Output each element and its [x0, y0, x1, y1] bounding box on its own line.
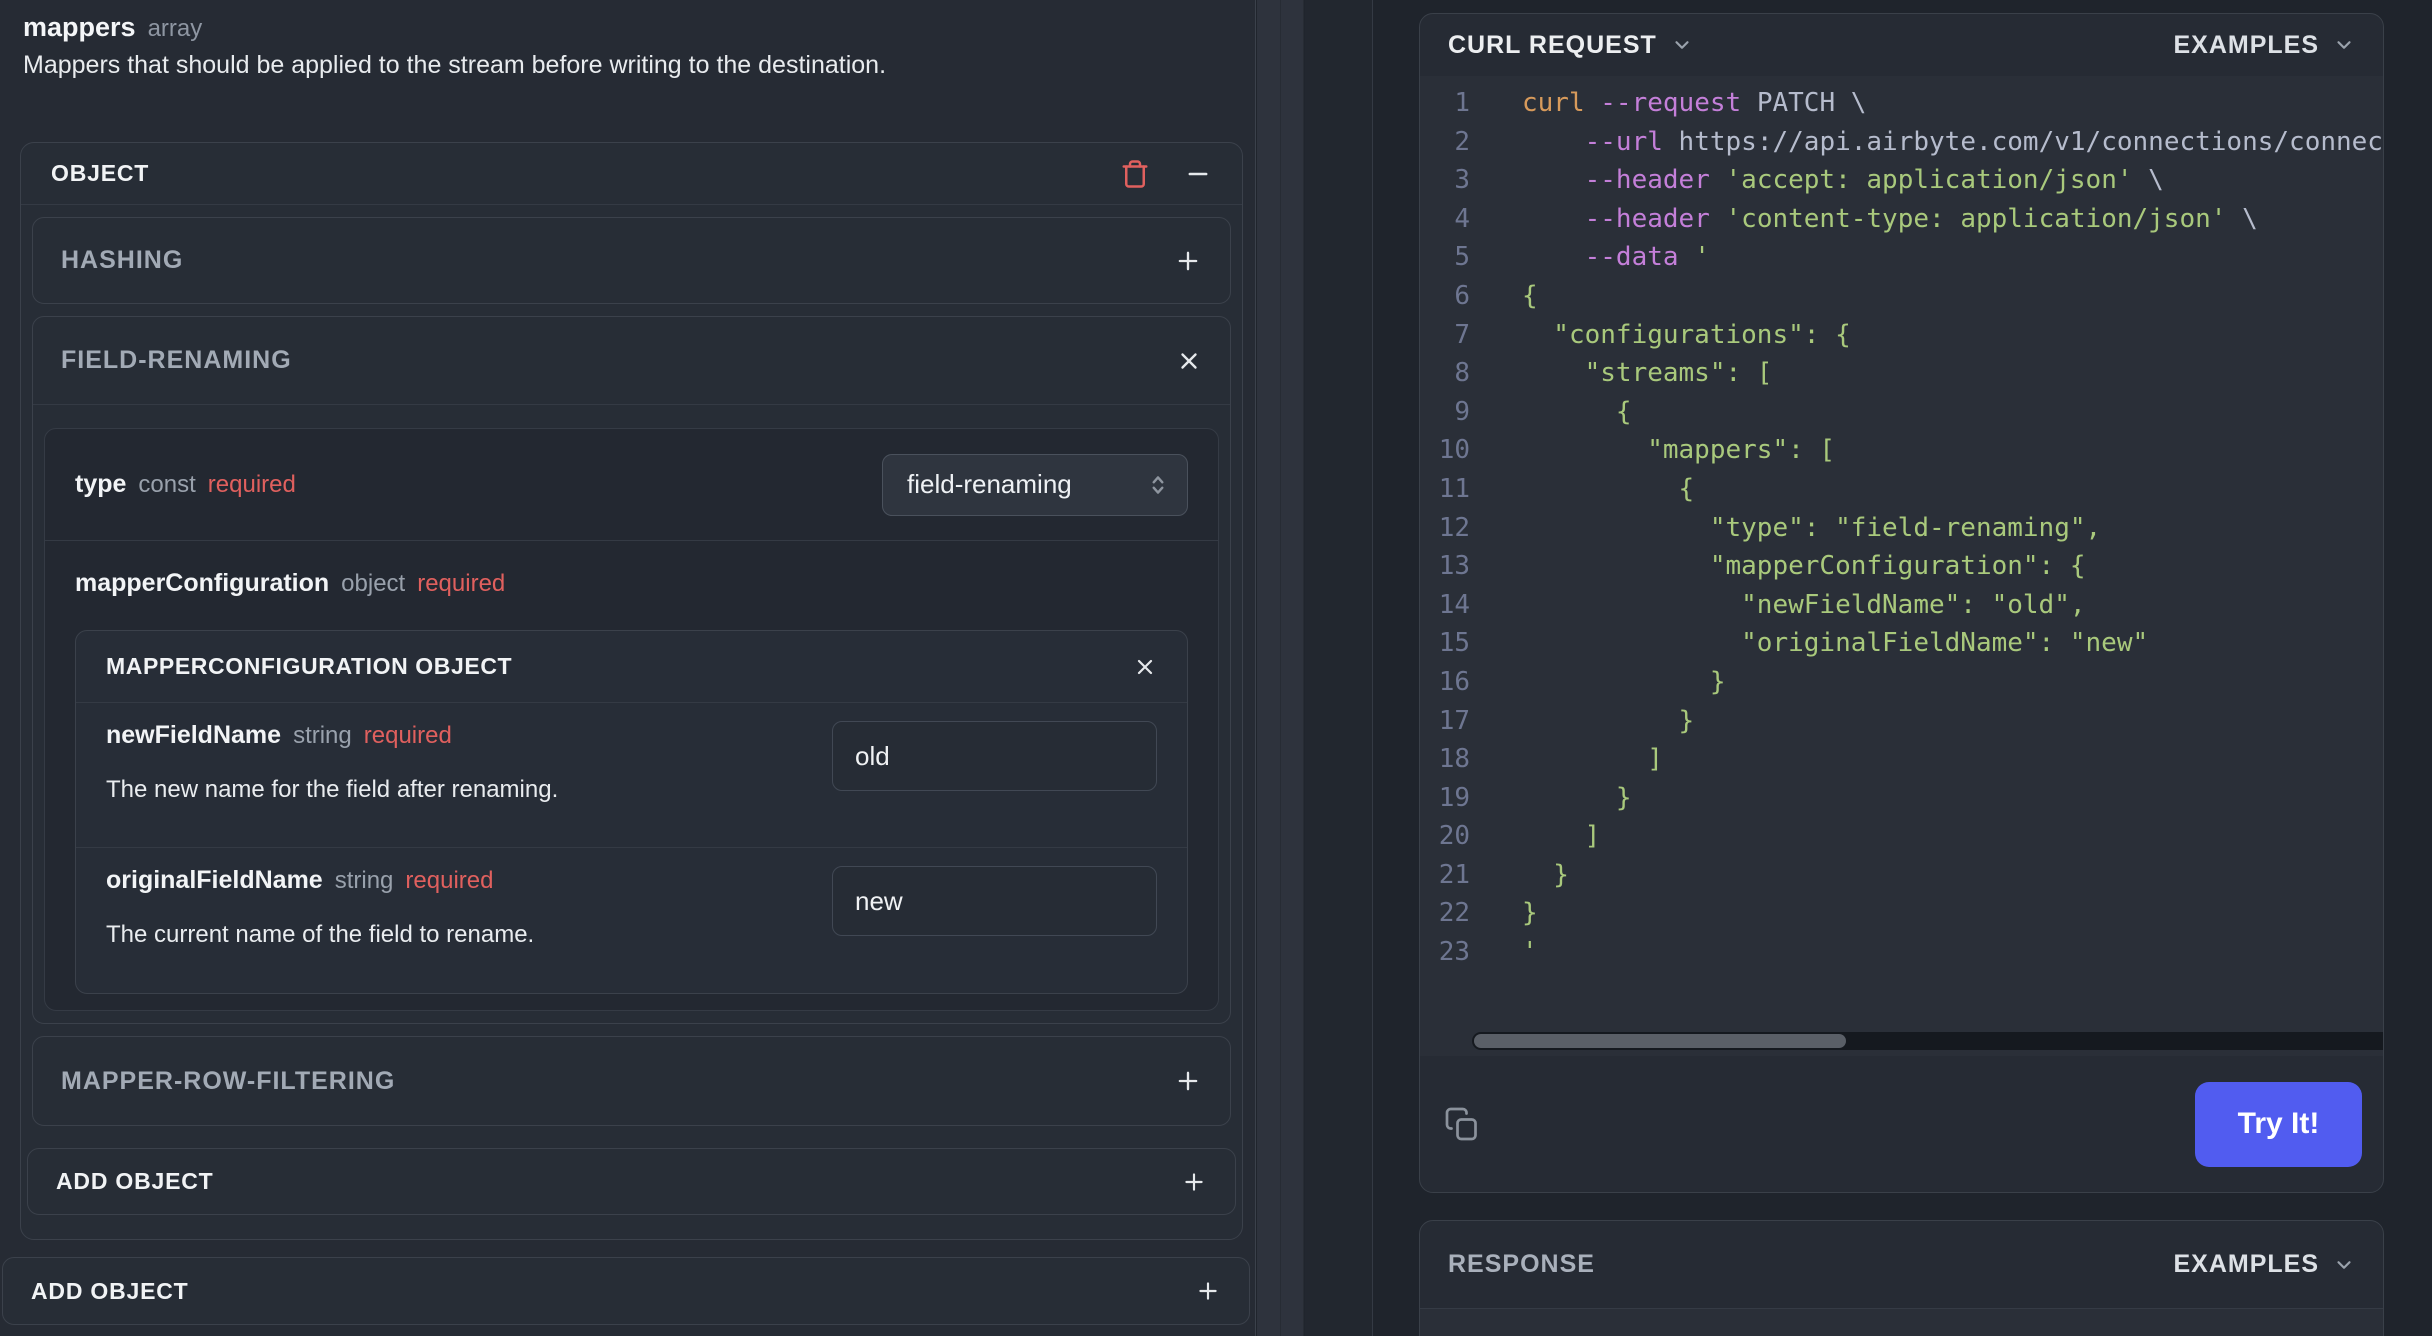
- schema-panel: mappers array Mappers that should be app…: [0, 0, 1256, 1336]
- section-mapper-row-filtering[interactable]: MAPPER-ROW-FILTERING: [32, 1036, 1231, 1126]
- horizontal-scrollbar[interactable]: [1472, 1032, 2383, 1050]
- mapper-configuration-section: mapperConfiguration object required MAPP…: [45, 541, 1218, 1010]
- code-lines: 1 curl --request PATCH \ 2 --url https://a…: [1438, 88, 2383, 968]
- property-type-badge: array: [147, 15, 203, 42]
- field-info: originalFieldName string required The cu…: [106, 866, 534, 993]
- field-renaming-title: FIELD-RENAMING: [61, 346, 292, 374]
- request-examples-dropdown[interactable]: EXAMPLES: [2173, 31, 2355, 60]
- scrollbar-thumb[interactable]: [1474, 1034, 1846, 1048]
- mapper-configuration-card-title: MAPPERCONFIGURATION OBJECT: [106, 653, 513, 679]
- chevron-down-icon: [1671, 34, 1693, 56]
- type-field-row: type const required field-renaming: [45, 429, 1218, 541]
- field-name: newFieldName: [106, 721, 282, 749]
- newfieldname-input[interactable]: [832, 721, 1157, 791]
- middle-spacer: [1305, 0, 1372, 1336]
- chevron-down-icon: [2333, 1254, 2355, 1276]
- curl-request-card: CURL REQUEST EXAMPLES 1 curl --request PA…: [1419, 13, 2384, 1193]
- panel-resize-gutter[interactable]: [1257, 0, 1304, 1336]
- field-description: The current name of the field to rename.: [106, 921, 535, 948]
- api-client-panel: CURL REQUEST EXAMPLES 1 curl --request PA…: [1372, 0, 2432, 1336]
- field-name: mapperConfiguration: [75, 569, 330, 597]
- response-title: RESPONSE: [1448, 1250, 1595, 1278]
- add-object-label: ADD OBJECT: [31, 1277, 189, 1304]
- copy-icon: [1444, 1106, 1480, 1142]
- chevron-down-icon: [2333, 34, 2355, 56]
- field-row-newfieldname: newFieldName string required The new nam…: [76, 703, 1187, 848]
- mapper-configuration-card-header: MAPPERCONFIGURATION OBJECT: [76, 631, 1187, 703]
- add-object-label: ADD OBJECT: [56, 1168, 214, 1194]
- field-kind: const: [138, 471, 196, 498]
- add-object-button-outer[interactable]: ADD OBJECT: [2, 1257, 1250, 1325]
- add-object-button[interactable]: ADD OBJECT: [27, 1148, 1236, 1215]
- curl-request-title: CURL REQUEST: [1448, 30, 1657, 59]
- object-card-header: OBJECT: [21, 143, 1242, 205]
- property-title-row: mappers array: [0, 0, 1255, 43]
- field-kind: string: [334, 867, 394, 894]
- examples-label: EXAMPLES: [2173, 1250, 2319, 1278]
- plus-icon: [1174, 247, 1202, 275]
- collapse-object-button[interactable]: [1184, 160, 1212, 188]
- response-card: RESPONSE EXAMPLES: [1419, 1220, 2384, 1336]
- field-renaming-body: type const required field-renaming mappe…: [33, 405, 1230, 1023]
- copy-button[interactable]: [1444, 1106, 1480, 1142]
- curl-request-header: CURL REQUEST EXAMPLES: [1420, 14, 2383, 76]
- type-select[interactable]: field-renaming: [882, 453, 1188, 516]
- code-editor[interactable]: 1 curl --request PATCH \ 2 --url https://a…: [1420, 76, 2383, 1056]
- close-mapper-configuration-button[interactable]: [1133, 655, 1157, 679]
- plus-icon: [1174, 1067, 1202, 1095]
- section-hashing-title: HASHING: [61, 246, 184, 274]
- section-hashing[interactable]: HASHING: [32, 217, 1231, 304]
- object-card: OBJECT HASHING FIELD-RENAMING type const…: [20, 142, 1243, 1240]
- select-updown-icon: [1145, 472, 1171, 498]
- close-icon: [1176, 348, 1202, 374]
- field-renaming-fields: type const required field-renaming mappe…: [44, 428, 1219, 1011]
- field-kind: string: [293, 722, 352, 749]
- property-description: Mappers that should be applied to the st…: [23, 51, 887, 79]
- field-label: originalFieldName string required: [106, 866, 534, 895]
- curl-request-footer: Try It!: [1420, 1056, 2383, 1192]
- field-description: The new name for the field after renamin…: [106, 776, 559, 803]
- type-select-value: field-renaming: [907, 469, 1072, 499]
- mapper-configuration-label: mapperConfiguration object required: [75, 569, 1188, 598]
- section-field-renaming: FIELD-RENAMING type const required field…: [32, 316, 1231, 1024]
- delete-object-button[interactable]: [1120, 159, 1150, 189]
- type-field-label: type const required: [75, 470, 296, 499]
- examples-label: EXAMPLES: [2173, 30, 2319, 59]
- response-header: RESPONSE EXAMPLES: [1420, 1221, 2383, 1309]
- required-badge: required: [207, 471, 296, 498]
- field-name: originalFieldName: [106, 866, 323, 894]
- try-it-button[interactable]: Try It!: [2195, 1081, 2362, 1167]
- property-name: mappers: [23, 12, 136, 42]
- plus-icon: [1195, 1278, 1221, 1304]
- remove-field-renaming-button[interactable]: [1176, 348, 1202, 374]
- field-info: newFieldName string required The new nam…: [106, 721, 558, 847]
- response-examples-dropdown[interactable]: EXAMPLES: [2173, 1250, 2355, 1279]
- field-renaming-header: FIELD-RENAMING: [33, 317, 1230, 405]
- plus-icon: [1181, 1169, 1207, 1195]
- gutter-divider: [1280, 0, 1281, 1336]
- required-badge: required: [405, 867, 494, 894]
- required-badge: required: [363, 722, 452, 749]
- trash-icon: [1120, 159, 1150, 189]
- mapper-configuration-card: MAPPERCONFIGURATION OBJECT newFieldName …: [75, 630, 1188, 994]
- object-card-title: OBJECT: [51, 160, 150, 186]
- section-mapper-row-filtering-title: MAPPER-ROW-FILTERING: [61, 1066, 396, 1095]
- response-body: [1420, 1309, 2383, 1336]
- minus-icon: [1184, 160, 1212, 188]
- close-icon: [1133, 655, 1157, 679]
- field-name: type: [75, 470, 127, 498]
- field-kind: object: [341, 570, 406, 597]
- field-row-originalfieldname: originalFieldName string required The cu…: [76, 848, 1187, 993]
- field-label: newFieldName string required: [106, 721, 558, 750]
- required-badge: required: [417, 570, 506, 597]
- originalfieldname-input[interactable]: [832, 866, 1157, 936]
- request-language-dropdown[interactable]: CURL REQUEST: [1448, 31, 1693, 60]
